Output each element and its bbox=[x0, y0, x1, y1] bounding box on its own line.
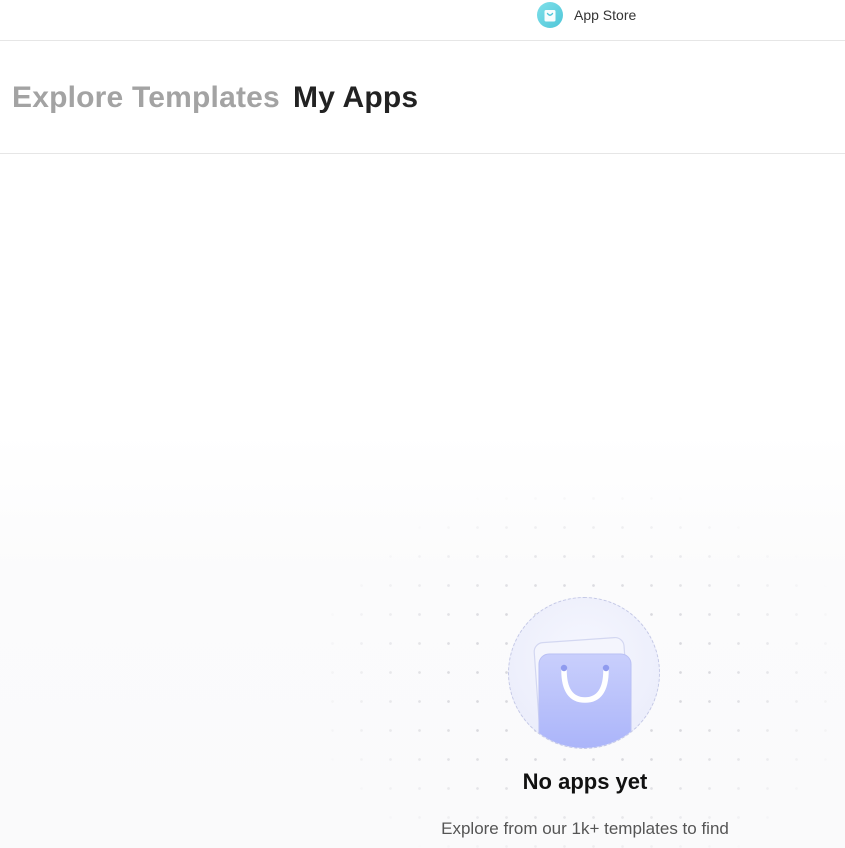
tabs-header: Explore Templates My Apps bbox=[0, 41, 845, 154]
main-content: No apps yet Explore from our 1k+ templat… bbox=[0, 154, 845, 848]
tab-explore-templates[interactable]: Explore Templates bbox=[12, 81, 280, 115]
page: App Store Explore Templates My Apps No a… bbox=[0, 0, 845, 848]
top-bar: App Store bbox=[0, 0, 845, 41]
empty-state-illustration bbox=[508, 597, 660, 749]
shopping-bag-icon bbox=[533, 636, 632, 748]
tab-my-apps[interactable]: My Apps bbox=[293, 81, 418, 115]
app-store-link[interactable]: App Store bbox=[537, 2, 636, 28]
shopping-bag-icon bbox=[537, 2, 563, 28]
app-store-label: App Store bbox=[574, 7, 637, 23]
